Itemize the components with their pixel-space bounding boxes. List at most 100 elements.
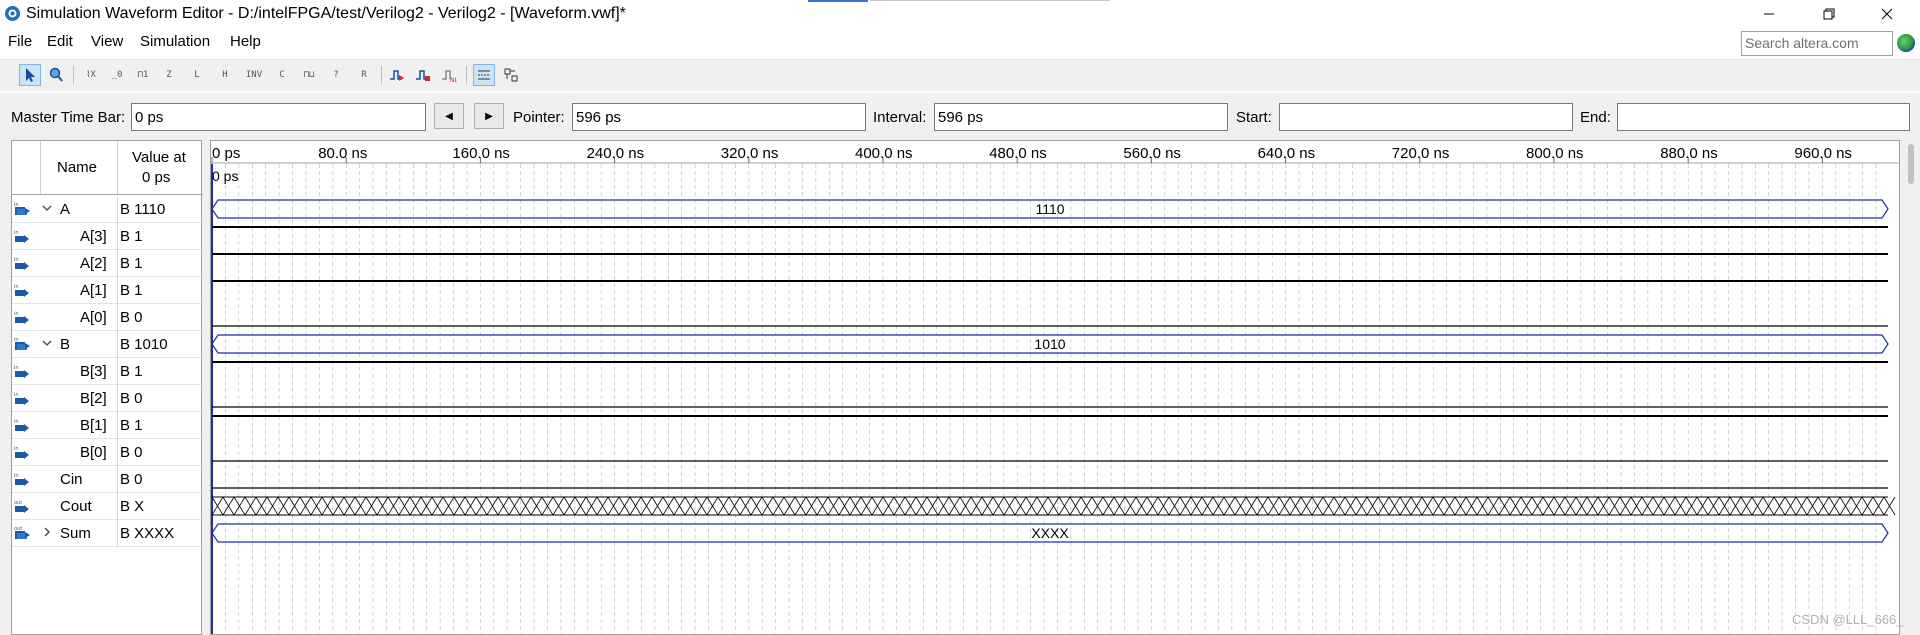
- signal-value: B 0: [120, 390, 143, 407]
- signal-row[interactable]: in B[2] B 0: [12, 385, 203, 412]
- time-tick-label: 240.0 ns: [586, 145, 645, 162]
- input-pin-icon: in: [14, 365, 29, 378]
- waveform-pane[interactable]: 1110 1010 XXXX 0 ps 80.0 ns 160.0 ns 240.0 ns…: [210, 140, 1900, 635]
- signal-name: B[2]: [80, 390, 107, 407]
- weak-low-button[interactable]: L: [186, 64, 208, 86]
- row-column-divider: [117, 250, 118, 277]
- signal-name: Sum: [60, 525, 91, 542]
- clock-value-button[interactable]: ⊓⊔: [298, 64, 320, 86]
- value-column-header[interactable]: Value at: [132, 149, 186, 166]
- next-transition-button[interactable]: ▶: [474, 103, 504, 129]
- waveform-canvas[interactable]: 1110 1010 XXXX: [211, 141, 1900, 635]
- run-functional-simulation-icon: [390, 70, 404, 81]
- vertical-scrollbar[interactable]: [1902, 140, 1920, 635]
- input-pin-icon: in: [14, 257, 29, 270]
- input-pin-icon: in: [14, 419, 29, 432]
- signal-row[interactable]: in B[1] B 1: [12, 412, 203, 439]
- signal-row[interactable]: in A[1] B 1: [12, 277, 203, 304]
- svg-text:in: in: [14, 419, 19, 425]
- svg-text:in: in: [14, 230, 19, 236]
- svg-text:out: out: [14, 526, 22, 532]
- svg-text:in: in: [14, 473, 19, 479]
- settings-icon: [504, 68, 518, 82]
- random-value-icon: R: [361, 70, 367, 80]
- bus-value-label: 1110: [1035, 201, 1064, 217]
- pointer-label: Pointer:: [513, 109, 565, 126]
- chevron-down-icon[interactable]: [41, 202, 53, 214]
- row-column-divider: [117, 439, 118, 466]
- high-impedance-button[interactable]: Z: [158, 64, 180, 86]
- pointer-tool-button[interactable]: [19, 64, 41, 86]
- globe-icon[interactable]: [1897, 34, 1915, 52]
- menu-file[interactable]: File: [8, 33, 32, 50]
- arbitrary-value-button[interactable]: ?: [325, 64, 347, 86]
- signal-row[interactable]: in B[3] B 1: [12, 358, 203, 385]
- minimize-button[interactable]: [1746, 0, 1792, 28]
- invert-button[interactable]: INV: [243, 64, 265, 86]
- settings-button[interactable]: [500, 64, 522, 86]
- menu-help[interactable]: Help: [230, 33, 261, 50]
- signal-row[interactable]: out Cout B X: [12, 493, 203, 520]
- x-value-button[interactable]: ⌇X: [80, 64, 102, 86]
- menu-simulation[interactable]: Simulation: [140, 33, 210, 50]
- start-field: [1279, 103, 1573, 131]
- menu-view[interactable]: View: [91, 33, 123, 50]
- signal-value: B X: [120, 498, 145, 515]
- input-pin-icon: in: [14, 311, 29, 324]
- input-pin-icon: in: [14, 284, 29, 297]
- pointer-field: 596 ps: [572, 103, 866, 131]
- signal-row[interactable]: in A[0] B 0: [12, 304, 203, 331]
- run-functional-simulation-button[interactable]: [386, 64, 408, 86]
- value-column-header-time: 0 ps: [142, 169, 171, 186]
- search-input[interactable]: Search altera.com: [1741, 31, 1893, 56]
- one-value-button[interactable]: ⊓1: [132, 64, 154, 86]
- signal-name: Cout: [60, 498, 92, 515]
- row-column-divider: [117, 196, 118, 223]
- restore-button[interactable]: [1806, 0, 1852, 28]
- signal-row[interactable]: in B B 1010: [12, 331, 203, 358]
- time-tick-label: 400.0 ns: [855, 145, 913, 162]
- end-field: [1617, 103, 1910, 131]
- generate-netlist-button[interactable]: NL: [438, 64, 460, 86]
- time-tick-label: 320.0 ns: [720, 145, 779, 162]
- time-tick-label: 560.0 ns: [1123, 145, 1181, 162]
- menu-edit[interactable]: Edit: [47, 33, 73, 50]
- signal-row[interactable]: in A B 1110: [12, 196, 203, 223]
- name-column-header[interactable]: Name: [57, 159, 97, 176]
- scrollbar-thumb[interactable]: [1908, 144, 1914, 184]
- master-time-bar-field[interactable]: 0 ps: [131, 103, 426, 131]
- random-value-button[interactable]: R: [353, 64, 375, 86]
- chevron-right-icon[interactable]: [41, 526, 53, 538]
- time-tick-label: 800.0 ns: [1526, 145, 1584, 162]
- svg-text:in: in: [14, 311, 19, 317]
- time-tick-label: 0 ps: [212, 145, 241, 162]
- signal-value: B 0: [120, 471, 143, 488]
- time-tick-label: 640.0 ns: [1257, 145, 1316, 162]
- row-column-divider: [117, 466, 118, 493]
- zoom-tool-button[interactable]: [45, 64, 67, 86]
- signal-row[interactable]: in A[2] B 1: [12, 250, 203, 277]
- weak-high-button[interactable]: H: [214, 64, 236, 86]
- signal-row[interactable]: in Cin B 0: [12, 466, 203, 493]
- minimize-icon: [1764, 13, 1774, 15]
- signal-row[interactable]: in B[0] B 0: [12, 439, 203, 466]
- triangle-left-icon: ◀: [445, 110, 453, 122]
- title-divider: [870, 0, 1110, 1]
- signal-row[interactable]: out Sum B XXXX: [12, 520, 203, 547]
- signal-name: B: [60, 336, 71, 353]
- previous-transition-button[interactable]: ◀: [434, 103, 464, 129]
- count-value-button[interactable]: C: [271, 64, 293, 86]
- signal-row[interactable]: in A[3] B 1: [12, 223, 203, 250]
- row-column-divider: [117, 412, 118, 439]
- row-column-divider: [117, 304, 118, 331]
- bus-value-label: 1010: [1034, 336, 1065, 352]
- chevron-down-icon[interactable]: [41, 337, 53, 349]
- grid-toggle-button[interactable]: [473, 64, 495, 86]
- end-label: End:: [1580, 109, 1611, 126]
- run-timing-simulation-button[interactable]: [412, 64, 434, 86]
- weak-low-icon: L: [194, 70, 200, 80]
- close-button[interactable]: [1864, 0, 1910, 28]
- zero-value-button[interactable]: _0: [106, 64, 128, 86]
- title-accent-bar: [808, 0, 868, 2]
- restore-icon: [1823, 8, 1835, 20]
